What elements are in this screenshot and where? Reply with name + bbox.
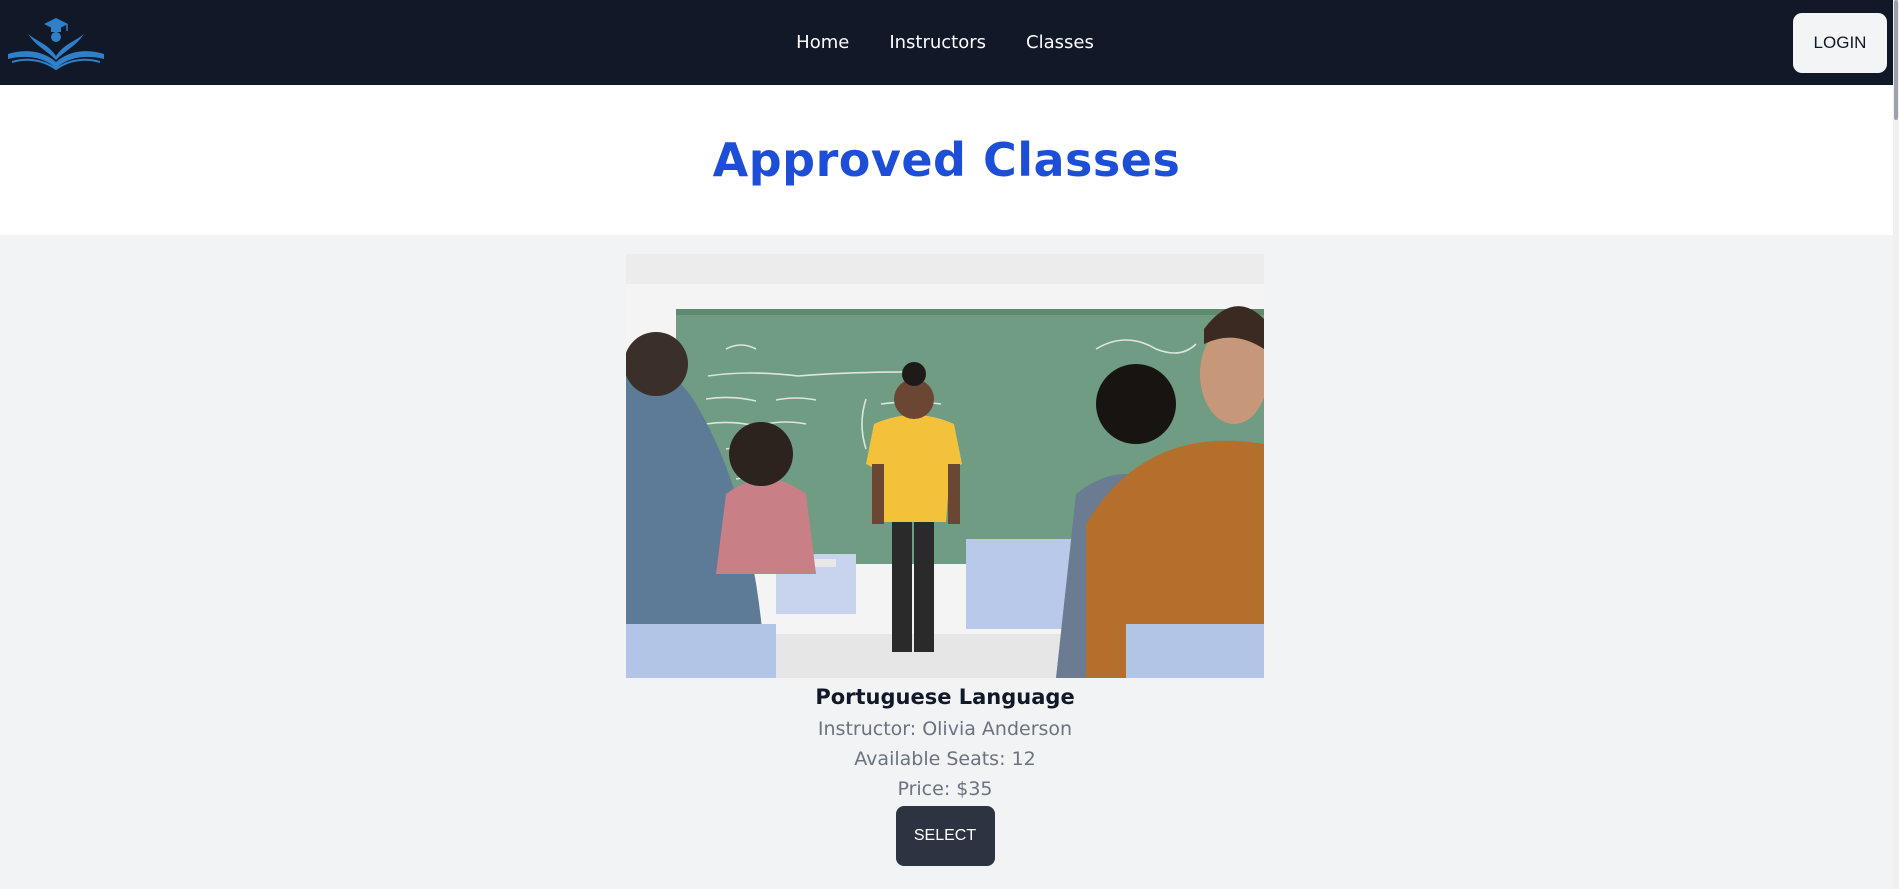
login-button[interactable]: LOGIN	[1793, 13, 1887, 73]
page-title: Approved Classes	[712, 133, 1181, 187]
class-instructor: Instructor: Olivia Anderson	[817, 718, 1073, 740]
nav-link-classes[interactable]: Classes	[1026, 32, 1094, 53]
page: Home Instructors Classes LOGIN Approved …	[0, 0, 1899, 889]
class-image	[626, 254, 1264, 678]
class-card: Portuguese Language Instructor: Olivia A…	[626, 254, 1264, 866]
scrollbar[interactable]	[1893, 0, 1899, 889]
title-section: Approved Classes	[0, 85, 1893, 235]
class-name: Portuguese Language	[815, 685, 1075, 709]
class-price: Price: $35	[897, 778, 993, 800]
nav-links: Home Instructors Classes	[0, 0, 1890, 85]
scrollbar-thumb[interactable]	[1894, 0, 1898, 120]
select-button[interactable]: SELECT	[895, 806, 995, 866]
class-seats: Available Seats: 12	[854, 748, 1036, 770]
navbar: Home Instructors Classes LOGIN	[0, 0, 1899, 85]
nav-link-instructors[interactable]: Instructors	[889, 32, 986, 53]
nav-link-home[interactable]: Home	[796, 32, 849, 53]
